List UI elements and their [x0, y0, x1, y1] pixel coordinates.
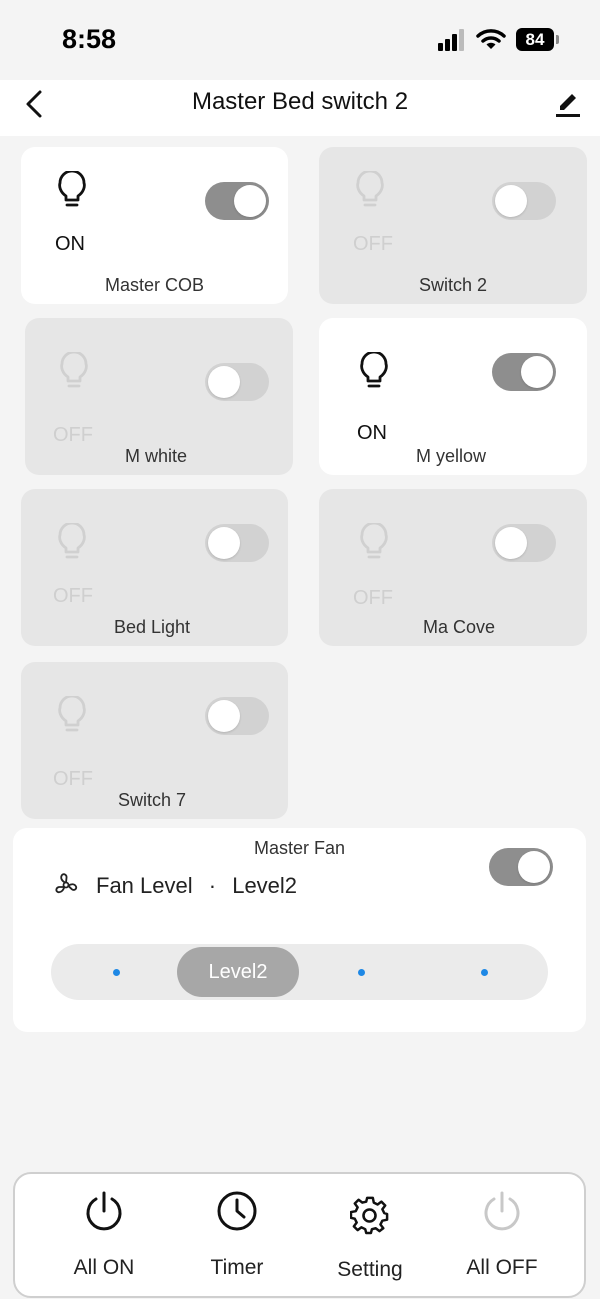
fan-level-readout: Fan Level · Level2: [96, 873, 297, 899]
lightbulb-icon: [57, 350, 91, 397]
level-option-1[interactable]: [113, 969, 120, 976]
switch-state: OFF: [53, 424, 93, 446]
fan-level-value: Level2: [232, 873, 298, 898]
setting-button[interactable]: Setting: [305, 1174, 435, 1296]
fan-power-toggle[interactable]: [489, 848, 553, 886]
power-icon: [39, 1190, 169, 1232]
gear-icon: [305, 1196, 435, 1236]
toggle-knob: [521, 356, 553, 388]
level-option-3[interactable]: [358, 969, 365, 976]
switch-name: M white: [124, 446, 187, 466]
fan-level-slider[interactable]: Level2: [51, 944, 548, 1000]
fan-level-label: Fan Level: [96, 873, 193, 898]
toggle-knob: [208, 700, 240, 732]
edit-button[interactable]: [548, 84, 588, 124]
all-off-button[interactable]: All OFF: [437, 1174, 567, 1296]
switch-card-ma-cove[interactable]: OFF Ma Cove: [319, 489, 587, 646]
level-option-selected[interactable]: Level2: [177, 947, 299, 997]
power-off-icon: [437, 1190, 567, 1232]
switch-card-switch-7[interactable]: OFF Switch 7: [21, 662, 288, 819]
all-on-label: All ON: [73, 1256, 135, 1279]
fan-level-separator: ·: [208, 873, 217, 898]
switch-state: ON: [357, 422, 387, 444]
status-time: 8:58: [62, 24, 117, 54]
fan-card: Master Fan Fan Level · Level2 Level2: [13, 828, 586, 1032]
page-title: Master Bed switch 2: [191, 88, 409, 115]
setting-label: Setting: [337, 1258, 403, 1281]
switch-state: OFF: [53, 585, 93, 607]
toggle-knob: [495, 185, 527, 217]
bottom-action-bar: All ON Timer Setting All OFF: [13, 1172, 586, 1298]
switch-state: OFF: [53, 768, 93, 790]
all-on-button[interactable]: All ON: [39, 1174, 169, 1296]
toggle-knob: [495, 527, 527, 559]
clock-icon: [172, 1190, 302, 1232]
switch-toggle[interactable]: [492, 182, 556, 220]
switch-card-master-cob[interactable]: ON Master COB: [21, 147, 288, 304]
switch-state: ON: [55, 233, 85, 255]
battery-nub: [556, 35, 559, 44]
battery-icon: 84: [516, 28, 554, 51]
switch-state: OFF: [353, 587, 393, 609]
lightbulb-icon: [353, 169, 387, 216]
cellular-signal-icon: [438, 29, 466, 51]
toggle-knob: [208, 366, 240, 398]
lightbulb-icon: [55, 694, 89, 741]
lightbulb-icon: [55, 169, 89, 216]
timer-button[interactable]: Timer: [172, 1174, 302, 1296]
pencil-icon: [556, 94, 580, 117]
level-option-4[interactable]: [481, 969, 488, 976]
status-bar: 8:58 84: [0, 0, 600, 80]
lightbulb-icon: [357, 521, 391, 568]
switch-name: Switch 7: [117, 790, 187, 810]
switch-card-m-yellow[interactable]: ON M yellow: [319, 318, 587, 475]
switch-card-m-white[interactable]: OFF M white: [25, 318, 293, 475]
switch-name: M yellow: [415, 446, 486, 466]
switch-toggle[interactable]: [492, 524, 556, 562]
switch-name: Ma Cove: [422, 617, 496, 637]
switch-toggle[interactable]: [205, 524, 269, 562]
lightbulb-icon: [357, 350, 391, 397]
switch-name: Bed Light: [113, 617, 191, 637]
switch-toggle[interactable]: [205, 363, 269, 401]
switch-card-switch-2[interactable]: OFF Switch 2: [319, 147, 587, 304]
fan-icon: [53, 872, 79, 903]
lightbulb-icon: [55, 521, 89, 568]
all-off-label: All OFF: [466, 1256, 538, 1279]
switch-toggle[interactable]: [492, 353, 556, 391]
switch-card-bed-light[interactable]: OFF Bed Light: [21, 489, 288, 646]
timer-label: Timer: [210, 1256, 264, 1279]
toggle-knob: [208, 527, 240, 559]
wifi-icon: [476, 27, 506, 56]
switch-name: Switch 2: [418, 275, 488, 295]
toggle-knob: [234, 185, 266, 217]
switch-toggle[interactable]: [205, 182, 269, 220]
switch-name: Master COB: [104, 275, 205, 295]
header: Master Bed switch 2: [0, 80, 600, 136]
switch-toggle[interactable]: [205, 697, 269, 735]
switch-state: OFF: [353, 233, 393, 255]
toggle-knob: [518, 851, 550, 883]
